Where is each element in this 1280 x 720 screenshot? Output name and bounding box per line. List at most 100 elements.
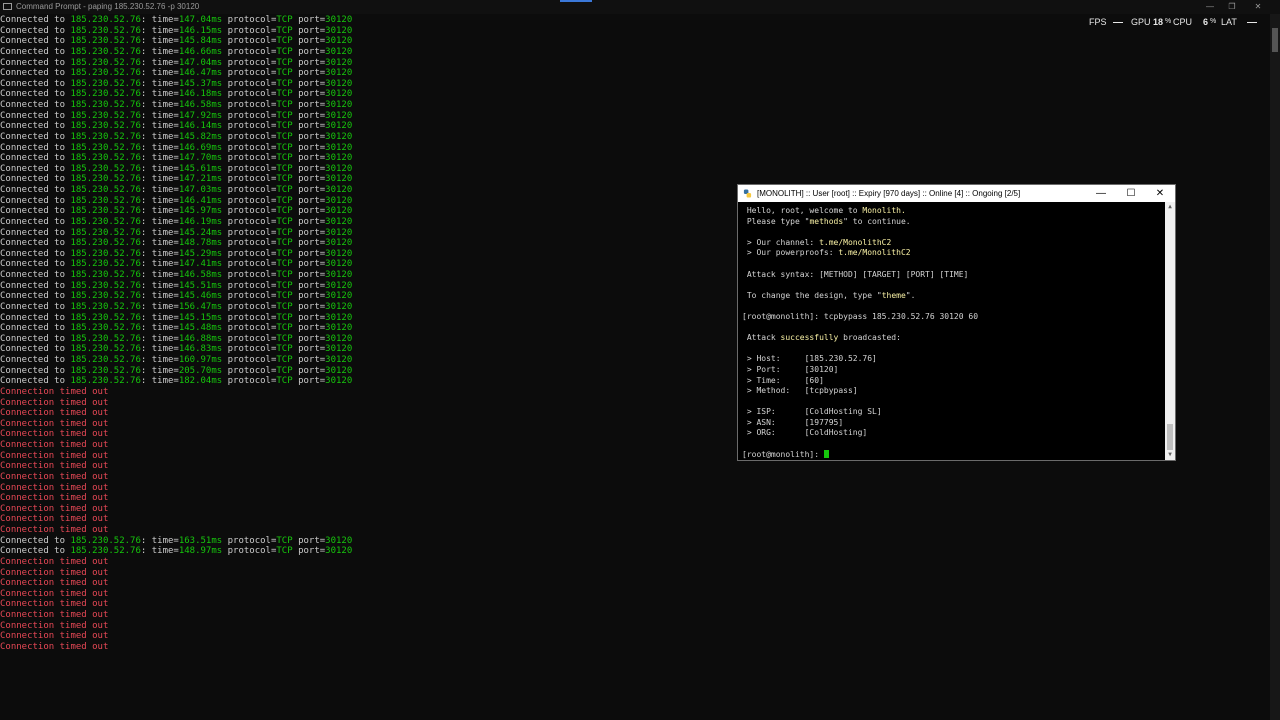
terminal-line: > Host: [185.230.52.76] bbox=[742, 354, 1162, 365]
protocol-label: protocol= bbox=[222, 195, 277, 206]
restore-button[interactable]: ❐ bbox=[1222, 0, 1242, 14]
target-ip: 185.230.52.76 bbox=[70, 270, 141, 280]
latency-value: 147.03ms bbox=[178, 185, 223, 195]
target-ip: 185.230.52.76 bbox=[70, 206, 141, 217]
close-button[interactable]: ✕ bbox=[1248, 0, 1268, 14]
time-label: : time= bbox=[140, 323, 179, 334]
port-value: 30120 bbox=[325, 163, 353, 174]
highlighted-text: successfully bbox=[780, 333, 839, 343]
protocol-value: TCP bbox=[276, 323, 293, 334]
time-label: : time= bbox=[140, 248, 179, 259]
ping-timeout-line: Connection timed out bbox=[0, 568, 1100, 579]
port-value: 30120 bbox=[325, 36, 353, 47]
port-value: 30120 bbox=[325, 142, 353, 153]
connected-prefix: Connected to bbox=[0, 46, 71, 57]
terminal-close-button[interactable]: ✕ bbox=[1145, 185, 1175, 202]
terminal-line: > Method: [tcpbypass] bbox=[742, 386, 1162, 397]
port-value: 30120 bbox=[325, 131, 353, 142]
terminal-text: > Method: [tcpbypass] bbox=[742, 386, 858, 396]
protocol-label: protocol= bbox=[222, 344, 277, 355]
target-ip: 185.230.52.76 bbox=[70, 546, 141, 557]
protocol-value: TCP bbox=[276, 291, 293, 302]
terminal-line: To change the design, type "theme". bbox=[742, 291, 1162, 302]
target-ip: 185.230.52.76 bbox=[70, 376, 141, 387]
target-ip: 185.230.52.76 bbox=[70, 535, 141, 546]
ping-timeout-line: Connection timed out bbox=[0, 557, 1100, 568]
latency-value: 145.29ms bbox=[178, 248, 223, 259]
terminal-text: > Time: [60] bbox=[742, 375, 824, 385]
connected-prefix: Connected to bbox=[0, 153, 71, 164]
terminal-text: ". bbox=[905, 290, 916, 300]
terminal-titlebar[interactable]: [MONOLITH] :: User [root] :: Expiry [970… bbox=[738, 185, 1175, 202]
connected-prefix: Connected to bbox=[0, 100, 71, 110]
latency-value: 146.58ms bbox=[178, 100, 223, 110]
console-scrollbar[interactable] bbox=[1270, 14, 1280, 720]
timeout-message: Connection timed out bbox=[0, 525, 109, 535]
ping-success-line: Connected to 185.230.52.76: time=146.69m… bbox=[0, 143, 1100, 154]
protocol-label: protocol= bbox=[222, 259, 277, 270]
window-title: Command Prompt - paping 185.230.52.76 -p… bbox=[16, 2, 200, 11]
protocol-label: protocol= bbox=[222, 89, 277, 100]
port-label: port= bbox=[292, 25, 326, 36]
port-label: port= bbox=[292, 46, 326, 57]
ping-success-line: Connected to 185.230.52.76: time=145.84m… bbox=[0, 36, 1100, 47]
terminal-scrollbar[interactable]: ▲ ▼ bbox=[1165, 202, 1175, 460]
terminal-output[interactable]: Hello, root, welcome to Monolith. Please… bbox=[742, 206, 1162, 459]
terminal-line: Hello, root, welcome to Monolith. bbox=[742, 206, 1162, 217]
latency-value: 145.61ms bbox=[178, 163, 223, 174]
connected-prefix: Connected to bbox=[0, 142, 71, 153]
monolith-terminal-window[interactable]: [MONOLITH] :: User [root] :: Expiry [970… bbox=[737, 184, 1176, 461]
port-value: 30120 bbox=[325, 344, 353, 355]
scroll-down-icon[interactable]: ▼ bbox=[1165, 450, 1175, 460]
minimize-button[interactable]: — bbox=[1200, 0, 1220, 14]
target-ip: 185.230.52.76 bbox=[70, 301, 141, 312]
protocol-value: TCP bbox=[276, 46, 293, 57]
target-ip: 185.230.52.76 bbox=[70, 185, 141, 195]
timeout-message: Connection timed out bbox=[0, 418, 109, 429]
protocol-label: protocol= bbox=[222, 291, 277, 302]
latency-value: 146.47ms bbox=[178, 68, 223, 79]
protocol-value: TCP bbox=[276, 248, 293, 259]
time-label: : time= bbox=[140, 78, 179, 89]
port-label: port= bbox=[292, 546, 326, 557]
protocol-label: protocol= bbox=[222, 57, 277, 68]
terminal-line: > Time: [60] bbox=[742, 376, 1162, 387]
port-label: port= bbox=[292, 270, 326, 280]
port-value: 30120 bbox=[325, 206, 353, 217]
target-ip: 185.230.52.76 bbox=[70, 78, 141, 89]
text-cursor[interactable] bbox=[823, 449, 829, 458]
target-ip: 185.230.52.76 bbox=[70, 57, 141, 68]
terminal-line: > Our powerproofs: t.me/MonolithC2 bbox=[742, 248, 1162, 259]
port-label: port= bbox=[292, 291, 326, 302]
terminal-minimize-button[interactable]: — bbox=[1086, 185, 1116, 202]
protocol-value: TCP bbox=[276, 280, 293, 291]
latency-value: 147.04ms bbox=[178, 15, 223, 25]
ping-timeout-line: Connection timed out bbox=[0, 599, 1100, 610]
latency-value: 205.70ms bbox=[178, 365, 223, 376]
port-value: 30120 bbox=[325, 376, 353, 387]
target-ip: 185.230.52.76 bbox=[70, 195, 141, 206]
protocol-label: protocol= bbox=[222, 323, 277, 334]
terminal-text: > Host: [185.230.52.76] bbox=[742, 354, 877, 364]
latency-value: 147.41ms bbox=[178, 259, 223, 270]
scroll-up-icon[interactable]: ▲ bbox=[1165, 202, 1175, 212]
port-label: port= bbox=[292, 312, 326, 323]
terminal-maximize-button[interactable]: ☐ bbox=[1116, 185, 1146, 202]
target-ip: 185.230.52.76 bbox=[70, 344, 141, 355]
connected-prefix: Connected to bbox=[0, 312, 71, 323]
target-ip: 185.230.52.76 bbox=[70, 323, 141, 334]
time-label: : time= bbox=[140, 142, 179, 153]
port-value: 30120 bbox=[325, 195, 353, 206]
protocol-label: protocol= bbox=[222, 110, 277, 121]
console-scrollbar-thumb[interactable] bbox=[1272, 28, 1278, 52]
timeout-message: Connection timed out bbox=[0, 429, 109, 440]
terminal-text: Hello, root, welcome to bbox=[742, 206, 863, 215]
terminal-text: Attack syntax: [METHOD] [TARGET] [PORT] … bbox=[742, 269, 969, 279]
latency-value: 146.66ms bbox=[178, 46, 223, 57]
target-ip: 185.230.52.76 bbox=[70, 142, 141, 153]
target-ip: 185.230.52.76 bbox=[70, 25, 141, 36]
ping-timeout-line: Connection timed out bbox=[0, 610, 1100, 621]
target-ip: 185.230.52.76 bbox=[70, 291, 141, 302]
terminal-scrollbar-thumb[interactable] bbox=[1167, 424, 1173, 450]
